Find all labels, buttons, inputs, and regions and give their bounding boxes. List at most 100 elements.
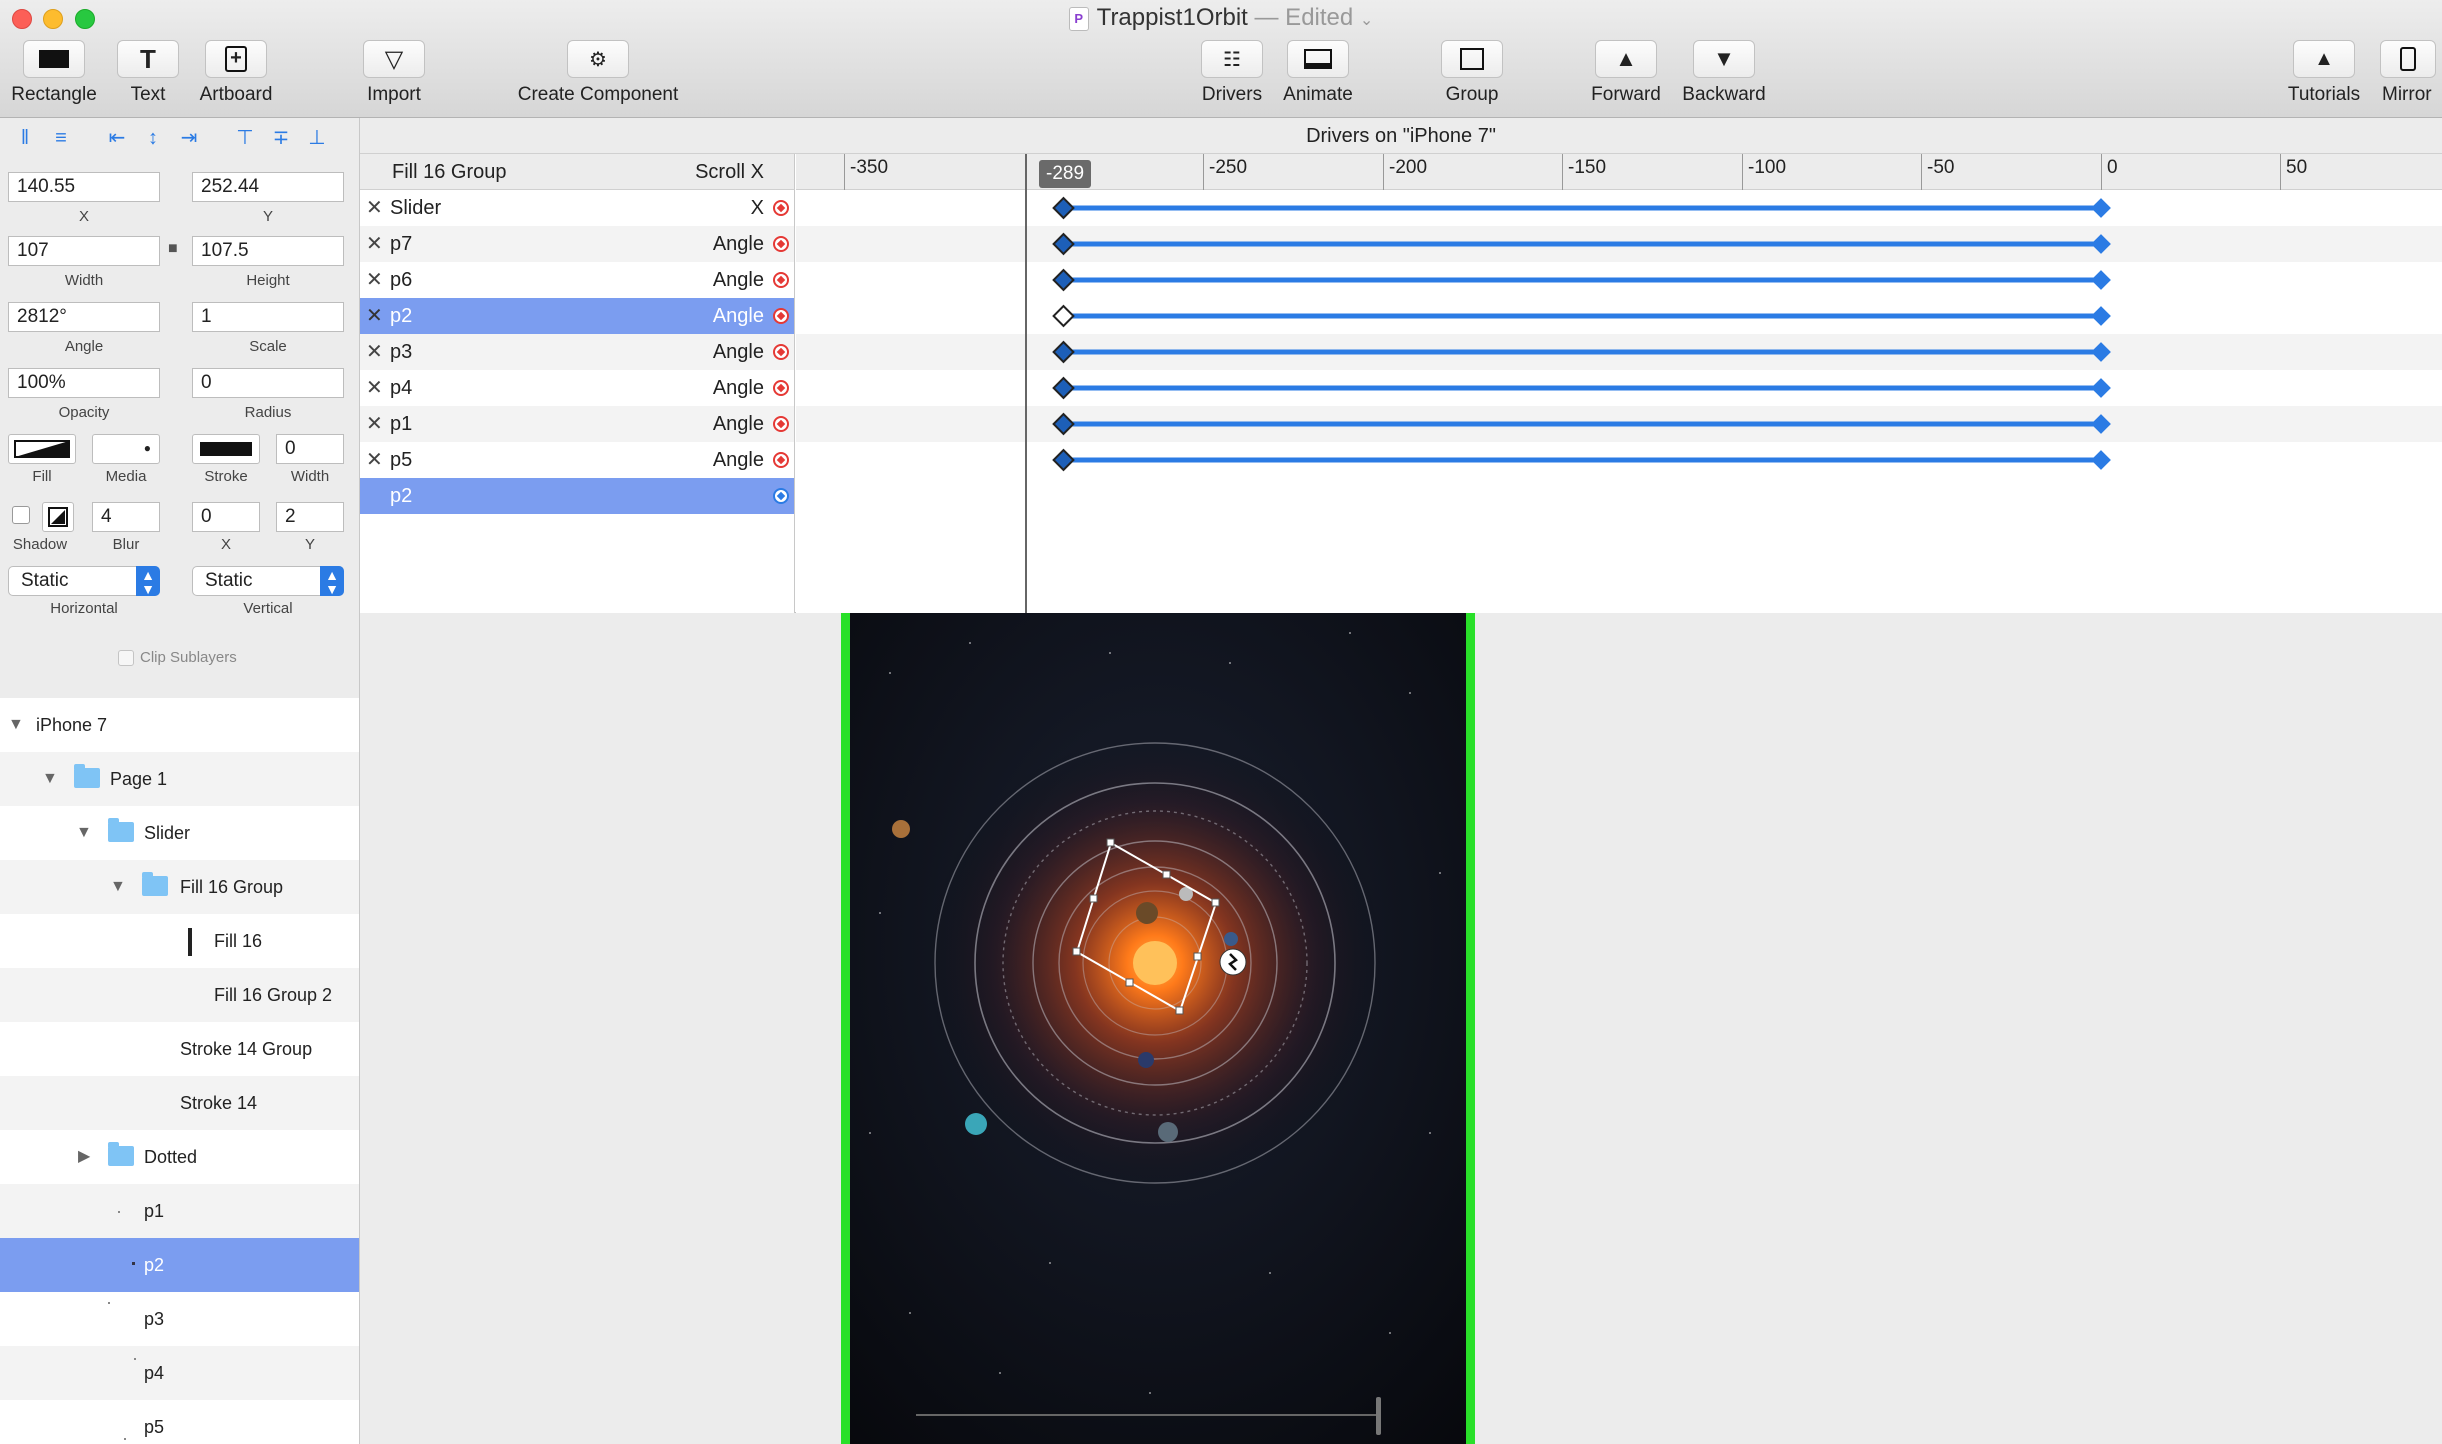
disclosure-closed-icon[interactable]: ▶	[78, 1130, 90, 1184]
keyframe-toggle-icon[interactable]	[773, 344, 789, 360]
keyframe-end[interactable]	[2091, 414, 2111, 434]
keyframe-start[interactable]	[1052, 376, 1075, 400]
layer-row[interactable]: ▼ Fill 16 Group	[0, 860, 359, 914]
remove-x-icon[interactable]: ✕	[366, 442, 383, 478]
fill-swatch[interactable]	[8, 434, 76, 464]
shadow-y-field[interactable]: 2	[276, 502, 344, 532]
remove-x-icon[interactable]: ✕	[366, 226, 383, 262]
layer-row[interactable]: ▼ Page 1	[0, 752, 359, 806]
keyframe-start[interactable]	[1052, 232, 1075, 256]
height-field[interactable]: 107.5	[192, 236, 344, 266]
layer-row[interactable]: Stroke 14 Group	[0, 1022, 359, 1076]
vertical-select[interactable]: Static ▲ ▼	[192, 566, 344, 596]
playhead-value[interactable]: -289	[1039, 160, 1092, 188]
remove-x-icon[interactable]: ✕	[366, 298, 383, 334]
stroke-swatch[interactable]	[192, 434, 260, 464]
remove-x-icon[interactable]: ✕	[366, 370, 383, 406]
canvas-area[interactable]	[360, 613, 2442, 1444]
timeline-ruler[interactable]: -350 -250 -200 -150 -100 -50 0 50 -289	[796, 154, 2442, 190]
opacity-field[interactable]: 100%	[8, 368, 160, 398]
keyframe-end[interactable]	[2091, 198, 2111, 218]
media-swatch[interactable]: ●	[92, 434, 160, 464]
keyframe-toggle-icon[interactable]	[773, 308, 789, 324]
keyframe-end[interactable]	[2091, 306, 2111, 326]
rectangle-tool[interactable]: Rectangle	[11, 40, 97, 106]
keyframe-start[interactable]	[1052, 304, 1075, 328]
layer-row[interactable]: Fill 16	[0, 914, 359, 968]
remove-x-icon[interactable]: ✕	[366, 334, 383, 370]
remove-x-icon[interactable]: ✕	[366, 190, 383, 226]
resize-handle[interactable]	[1162, 870, 1171, 879]
width-field[interactable]: 107	[8, 236, 160, 266]
create-component-tool[interactable]: ⚙ Create Component	[518, 40, 678, 106]
layer-row[interactable]: p5	[0, 1400, 359, 1444]
align-top-icon[interactable]: ⊤	[232, 126, 258, 150]
resize-handle[interactable]	[1211, 898, 1220, 907]
forward-tool[interactable]: ▲ Forward	[1591, 40, 1661, 106]
keyframe-end[interactable]	[2091, 270, 2111, 290]
driver-track[interactable]: ✕ p1 Angle	[360, 406, 794, 442]
remove-x-icon[interactable]: ✕	[366, 406, 383, 442]
layer-row-selected[interactable]: p2	[0, 1238, 359, 1292]
driver-timeline[interactable]	[796, 154, 2442, 613]
rotation-handle-icon[interactable]	[1219, 948, 1247, 976]
resize-handle[interactable]	[1125, 978, 1134, 987]
layer-row[interactable]: ▶ Dotted	[0, 1130, 359, 1184]
resize-handle[interactable]	[1106, 838, 1115, 847]
tutorials-tool[interactable]: ▲ Tutorials	[2288, 40, 2360, 106]
layer-row[interactable]: p1	[0, 1184, 359, 1238]
animate-tool[interactable]: Animate	[1283, 40, 1353, 106]
driver-source-property[interactable]: Scroll X	[695, 154, 764, 190]
align-center-icon[interactable]: ↕	[140, 126, 166, 150]
layer-row[interactable]: ▼ Slider	[0, 806, 359, 860]
driver-track[interactable]: ✕ p4 Angle	[360, 370, 794, 406]
radius-field[interactable]: 0	[192, 368, 344, 398]
shadow-swatch[interactable]	[42, 502, 74, 532]
disclosure-open-icon[interactable]: ▼	[42, 752, 58, 806]
resize-handle[interactable]	[1175, 1006, 1184, 1015]
keyframe-toggle-icon[interactable]	[773, 272, 789, 288]
keyframe-end[interactable]	[2091, 234, 2111, 254]
angle-field[interactable]: 2812°	[8, 302, 160, 332]
keyframe-end[interactable]	[2091, 378, 2111, 398]
keyframe-toggle-icon[interactable]	[773, 452, 789, 468]
keyframe-start[interactable]	[1052, 196, 1075, 220]
keyframe-toggle-icon[interactable]	[773, 380, 789, 396]
keyframe-start[interactable]	[1052, 340, 1075, 364]
keyframe-toggle-icon[interactable]	[773, 236, 789, 252]
x-field[interactable]: 140.55	[8, 172, 160, 202]
text-tool[interactable]: T Text	[116, 40, 180, 106]
clip-sublayers-checkbox[interactable]	[118, 650, 134, 666]
horizontal-select[interactable]: Static ▲ ▼	[8, 566, 160, 596]
keyframe-end[interactable]	[2091, 450, 2111, 470]
scale-field[interactable]: 1	[192, 302, 344, 332]
shadow-x-field[interactable]: 0	[192, 502, 260, 532]
driver-track-selected[interactable]: ✕ p2 Angle	[360, 298, 794, 334]
disclosure-open-icon[interactable]: ▼	[8, 698, 24, 752]
resize-handle[interactable]	[1072, 947, 1081, 956]
driver-track[interactable]: ✕ p5 Angle	[360, 442, 794, 478]
align-left-icon[interactable]: ⇤	[104, 126, 130, 150]
layer-row[interactable]: ▼ iPhone 7	[0, 698, 359, 752]
resize-handle[interactable]	[1193, 952, 1202, 961]
layer-row[interactable]: Fill 16 Group 2	[0, 968, 359, 1022]
driver-track[interactable]: ✕ p6 Angle	[360, 262, 794, 298]
blur-field[interactable]: 4	[92, 502, 160, 532]
iphone-artboard[interactable]	[841, 613, 1475, 1444]
backward-tool[interactable]: ▼ Backward	[1682, 40, 1766, 106]
chevron-down-icon[interactable]: ⌄	[1360, 12, 1373, 29]
align-bottom-icon[interactable]: ⊥	[304, 126, 330, 150]
align-middle-icon[interactable]: ∓	[268, 126, 294, 150]
layer-row[interactable]: p4	[0, 1346, 359, 1400]
import-tool[interactable]: ▽ Import	[362, 40, 426, 106]
add-keyframe-icon[interactable]	[773, 488, 789, 504]
keyframe-start[interactable]	[1052, 268, 1075, 292]
layer-row[interactable]: Stroke 14	[0, 1076, 359, 1130]
keyframe-start[interactable]	[1052, 412, 1075, 436]
distribute-horizontal-icon[interactable]: ‖	[12, 126, 38, 150]
group-tool[interactable]: Group	[1440, 40, 1504, 106]
stroke-width-field[interactable]: 0	[276, 434, 344, 464]
driver-track[interactable]: ✕ p3 Angle	[360, 334, 794, 370]
add-driver-track[interactable]: p2	[360, 478, 794, 514]
mirror-tool[interactable]: Mirror	[2378, 40, 2438, 106]
